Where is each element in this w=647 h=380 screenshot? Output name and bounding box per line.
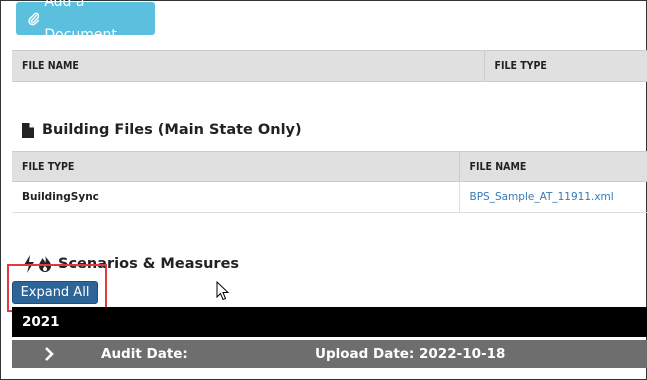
bolt-icon — [24, 255, 34, 273]
building-files-heading: Building Files (Main State Only) — [22, 120, 302, 140]
building-files-title: Building Files (Main State Only) — [42, 122, 302, 138]
file-icon — [22, 122, 34, 138]
column-header-file-name[interactable]: FILE NAME — [12, 50, 485, 82]
audit-date-label: Audit Date: — [101, 346, 188, 362]
upload-date-label: Upload Date: 2022-10-18 — [315, 346, 506, 362]
file-type-cell: BuildingSync — [12, 181, 460, 213]
scenarios-title: Scenarios & Measures — [58, 256, 240, 272]
expand-all-button[interactable]: Expand All — [12, 281, 98, 304]
audit-row[interactable]: Audit Date: Upload Date: 2022-10-18 — [12, 340, 647, 368]
scenarios-heading: Scenarios & Measures — [22, 253, 239, 275]
chevron-right-icon[interactable] — [44, 347, 54, 361]
file-name-cell: BPS_Sample_AT_11911.xml — [459, 182, 647, 213]
table-row: BuildingSync BPS_Sample_AT_11911.xml — [12, 181, 647, 213]
documents-table: FILE NAME FILE TYPE — [12, 50, 647, 82]
paperclip-icon — [28, 12, 40, 25]
file-name-link[interactable]: BPS_Sample_AT_11911.xml — [470, 191, 614, 203]
column-header-file-type[interactable]: FILE TYPE — [484, 51, 647, 82]
flame-icon — [39, 255, 51, 272]
add-document-button[interactable]: Add a Document — [16, 0, 155, 43]
mouse-cursor-icon — [216, 281, 230, 301]
year-header[interactable]: 2021 — [12, 307, 647, 337]
building-files-table: FILE TYPE FILE NAME BuildingSync BPS_Sam… — [12, 151, 647, 213]
column-header-file-type[interactable]: FILE TYPE — [12, 151, 460, 182]
column-header-file-name[interactable]: FILE NAME — [459, 152, 647, 182]
add-document-label: Add a Document — [44, 0, 117, 43]
